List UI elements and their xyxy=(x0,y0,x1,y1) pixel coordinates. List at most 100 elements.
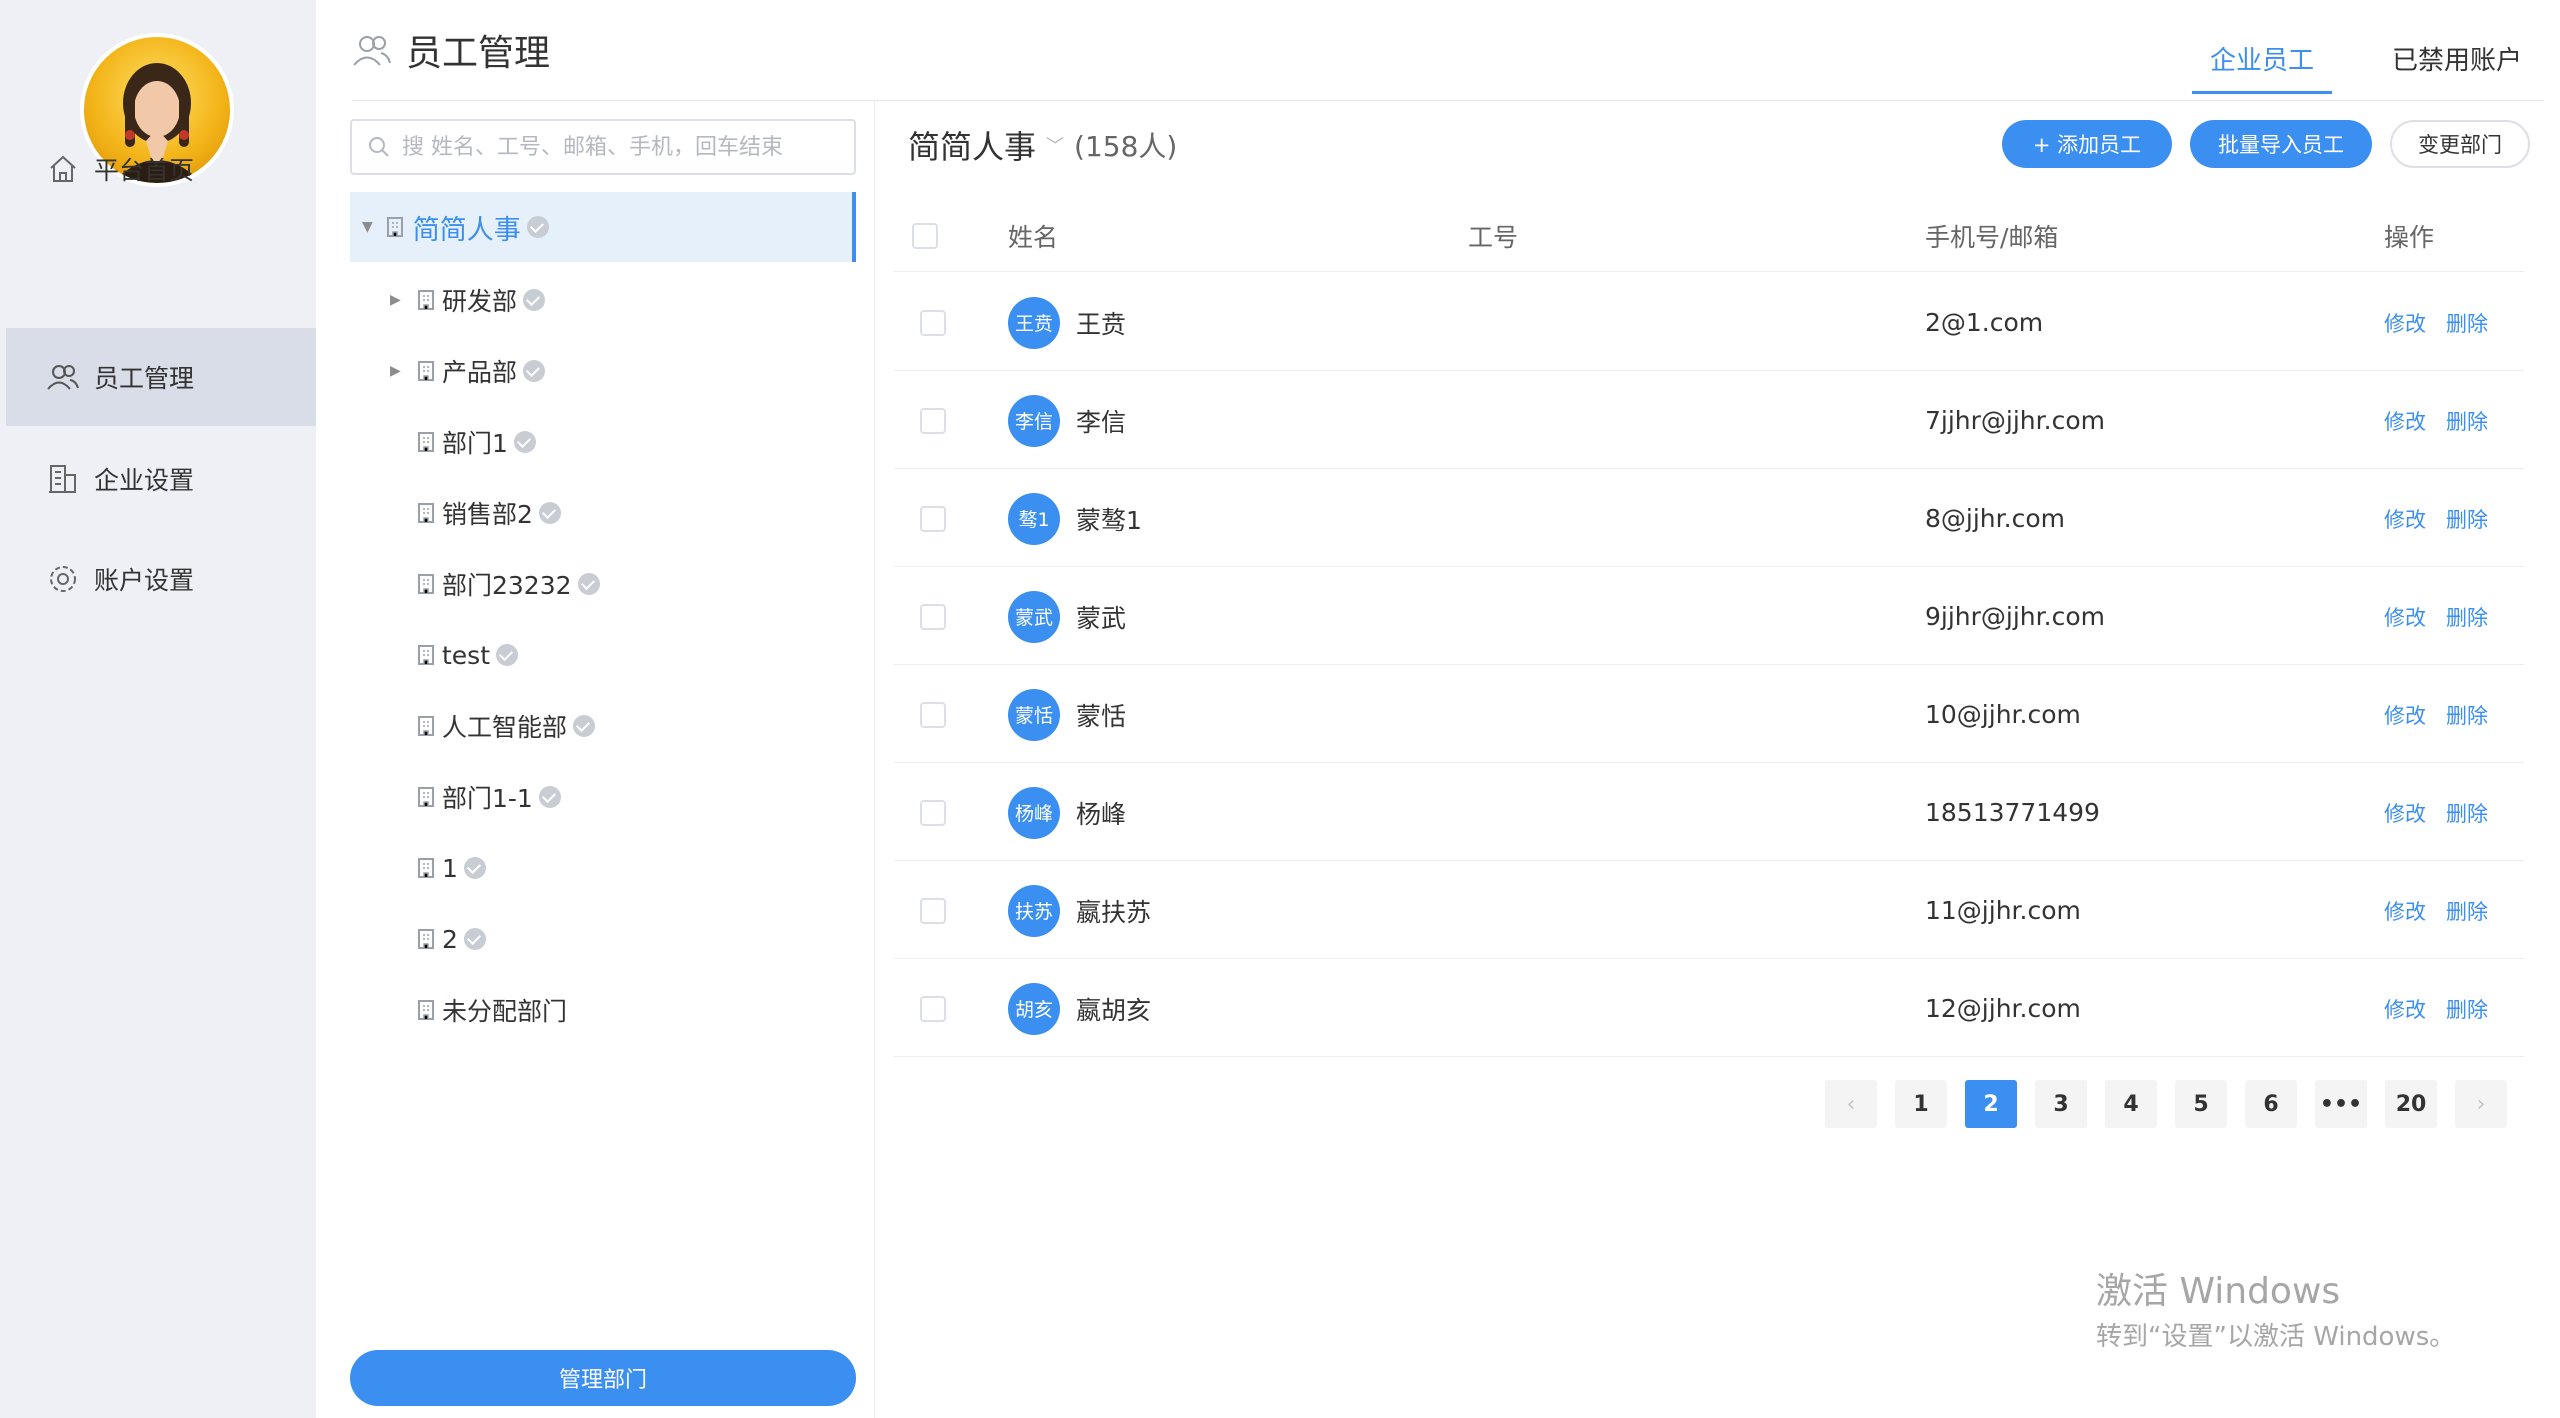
next-page-button[interactable]: › xyxy=(2455,1080,2507,1128)
nav-item-label: 账户设置 xyxy=(94,566,195,595)
check-circle-icon xyxy=(496,644,519,666)
building-icon xyxy=(418,1000,434,1020)
tab-company-employees[interactable]: 企业员工 xyxy=(2191,40,2332,94)
row-checkbox[interactable] xyxy=(920,407,946,434)
caret-right-icon[interactable]: ▶ xyxy=(390,363,412,379)
delete-link[interactable]: 删除 xyxy=(2446,504,2488,534)
employee-avatar: 蒙武 xyxy=(1008,590,1060,643)
tree-node[interactable]: 销售部2 xyxy=(390,493,561,533)
edit-link[interactable]: 修改 xyxy=(2384,994,2426,1024)
tree-node[interactable]: 部门1 xyxy=(390,422,536,462)
tree-node[interactable]: ▶ 产品部 xyxy=(390,351,546,391)
building-icon xyxy=(418,503,434,523)
page-button[interactable]: 6 xyxy=(2245,1080,2297,1128)
tree-node-label: 人工智能部 xyxy=(442,713,568,742)
tree-node-root[interactable]: ▼ 简简人事 xyxy=(350,192,856,262)
tree-node[interactable]: 部门1-1 xyxy=(390,777,561,817)
top-tabs: 企业员工 已禁用账户 xyxy=(2132,40,2522,94)
check-circle-icon xyxy=(526,216,549,238)
tree-node-label: 2 xyxy=(442,924,458,954)
tab-disabled-accounts[interactable]: 已禁用账户 xyxy=(2392,40,2522,94)
users-icon xyxy=(47,365,79,390)
tree-node[interactable]: test xyxy=(390,635,519,675)
check-circle-icon xyxy=(538,786,561,808)
page-button[interactable]: 5 xyxy=(2175,1080,2227,1128)
edit-link[interactable]: 修改 xyxy=(2384,896,2426,926)
page-button[interactable]: 3 xyxy=(2035,1080,2087,1128)
employee-name: 嬴扶苏 xyxy=(1076,897,1152,927)
building-icon xyxy=(418,290,434,310)
change-department-button[interactable]: 变更部门 xyxy=(2390,120,2530,168)
row-checkbox[interactable] xyxy=(920,603,946,630)
row-checkbox[interactable] xyxy=(920,897,946,924)
tree-node[interactable]: 部门23232 xyxy=(390,564,600,604)
employee-avatar: 王贲 xyxy=(1008,296,1060,349)
nav-item-label: 平台首页 xyxy=(94,156,195,185)
delete-link[interactable]: 删除 xyxy=(2446,994,2488,1024)
nav-item-account-settings[interactable]: 账户设置 xyxy=(6,530,316,628)
row-checkbox[interactable] xyxy=(920,701,946,728)
users-icon xyxy=(353,36,391,66)
building-icon xyxy=(418,645,434,665)
import-employees-button[interactable]: 批量导入员工 xyxy=(2190,120,2372,168)
edit-link[interactable]: 修改 xyxy=(2384,602,2426,632)
employee-name: 蒙骜1 xyxy=(1076,505,1142,535)
table-header: 姓名 工号 手机号/邮箱 操作 xyxy=(894,200,2524,272)
edit-link[interactable]: 修改 xyxy=(2384,700,2426,730)
page-button[interactable]: 4 xyxy=(2105,1080,2157,1128)
table-row: 胡亥 嬴胡亥 12@jjhr.com 修改 删除 xyxy=(894,961,2524,1057)
edit-link[interactable]: 修改 xyxy=(2384,308,2426,338)
nav-item-employees[interactable]: 员工管理 xyxy=(6,328,316,426)
table-row: 王贲 王贲 2@1.com 修改 删除 xyxy=(894,275,2524,371)
edit-link[interactable]: 修改 xyxy=(2384,504,2426,534)
delete-link[interactable]: 删除 xyxy=(2446,896,2488,926)
search-input[interactable] xyxy=(400,133,840,161)
add-employee-button[interactable]: + 添加员工 xyxy=(2002,120,2172,168)
employee-contact: 18513771499 xyxy=(1925,798,2100,827)
chevron-down-icon[interactable]: ﹀ xyxy=(1046,132,1064,158)
delete-link[interactable]: 删除 xyxy=(2446,700,2488,730)
caret-down-icon[interactable]: ▼ xyxy=(362,219,373,235)
employee-contact: 10@jjhr.com xyxy=(1925,700,2081,729)
tree-node[interactable]: 人工智能部 xyxy=(390,706,596,746)
row-checkbox[interactable] xyxy=(920,309,946,336)
nav-item-company-settings[interactable]: 企业设置 xyxy=(6,430,316,528)
row-checkbox[interactable] xyxy=(920,799,946,826)
page-ellipsis[interactable]: ••• xyxy=(2315,1080,2367,1128)
tree-node[interactable]: ▶ 研发部 xyxy=(390,280,546,320)
manage-departments-button[interactable]: 管理部门 xyxy=(350,1350,856,1406)
page-button[interactable]: 1 xyxy=(1895,1080,1947,1128)
caret-right-icon[interactable]: ▶ xyxy=(390,292,412,308)
building-icon xyxy=(418,787,434,807)
tree-node[interactable]: 1 xyxy=(390,848,486,888)
nav-item-home[interactable]: 平台首页 xyxy=(6,120,316,218)
page-button[interactable]: 20 xyxy=(2385,1080,2437,1128)
select-all-checkbox[interactable] xyxy=(912,222,938,249)
building-icon xyxy=(418,361,434,381)
delete-link[interactable]: 删除 xyxy=(2446,308,2488,338)
tree-node-label: 销售部2 xyxy=(442,500,533,529)
department-heading: 简简人事 ﹀ (158人) xyxy=(908,122,1177,168)
tree-node[interactable]: 2 xyxy=(390,919,486,959)
check-circle-icon xyxy=(538,502,561,524)
watermark-subtitle: 转到“设置”以激活 Windows。 xyxy=(2096,1322,2456,1352)
building-icon xyxy=(386,217,403,237)
edit-link[interactable]: 修改 xyxy=(2384,406,2426,436)
delete-link[interactable]: 删除 xyxy=(2446,406,2488,436)
building-icon xyxy=(418,716,434,736)
nav-item-label: 企业设置 xyxy=(94,466,195,495)
page-button[interactable]: 2 xyxy=(1965,1080,2017,1128)
employee-avatar: 李信 xyxy=(1008,394,1060,447)
edit-link[interactable]: 修改 xyxy=(2384,798,2426,828)
prev-page-button[interactable]: ‹ xyxy=(1825,1080,1877,1128)
row-checkbox[interactable] xyxy=(920,995,946,1022)
employee-contact: 8@jjhr.com xyxy=(1925,504,2065,533)
page-header: 员工管理 xyxy=(352,24,550,76)
delete-link[interactable]: 删除 xyxy=(2446,602,2488,632)
table-row: 扶苏 嬴扶苏 11@jjhr.com 修改 删除 xyxy=(894,863,2524,959)
row-checkbox[interactable] xyxy=(920,505,946,532)
tree-node-label: 1 xyxy=(442,853,458,883)
employee-avatar: 杨峰 xyxy=(1008,786,1060,839)
delete-link[interactable]: 删除 xyxy=(2446,798,2488,828)
tree-node[interactable]: 未分配部门 xyxy=(390,990,567,1030)
